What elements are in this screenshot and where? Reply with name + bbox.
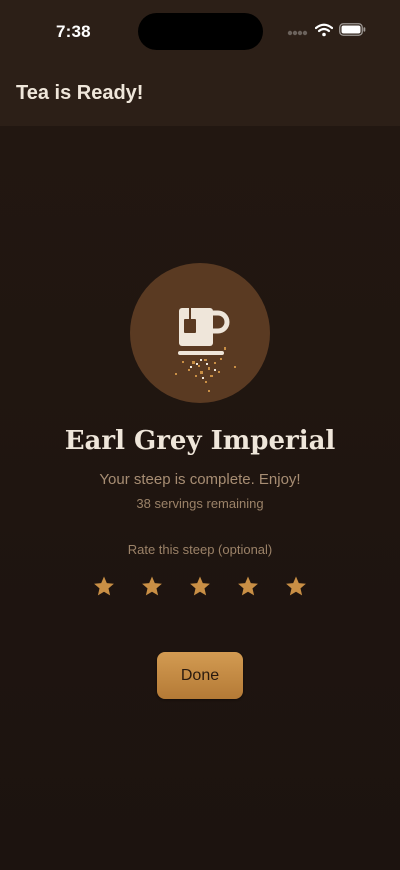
dynamic-island: [138, 13, 263, 50]
star-2-icon[interactable]: [140, 574, 164, 598]
status-bar: 7:38: [0, 0, 400, 60]
star-3-icon[interactable]: [188, 574, 212, 598]
star-rating: [80, 574, 320, 602]
tea-name: Earl Grey Imperial: [64, 426, 336, 456]
app-bar: Tea is Ready!: [0, 60, 400, 126]
star-4-icon[interactable]: [236, 574, 260, 598]
main-content: Earl Grey Imperial Your steep is complet…: [0, 126, 400, 870]
rating-label: Rate this steep (optional): [127, 542, 273, 557]
tea-icon-circle: [130, 263, 270, 403]
star-5-icon[interactable]: [284, 574, 308, 598]
done-button[interactable]: Done: [157, 652, 243, 699]
cellular-dots-icon: [287, 23, 309, 41]
status-icons: [287, 23, 366, 42]
star-1-icon[interactable]: [92, 574, 116, 598]
battery-icon: [339, 23, 366, 41]
wifi-icon: [314, 23, 334, 42]
servings-remaining: 38 servings remaining: [136, 496, 264, 511]
status-time: 7:38: [56, 22, 91, 41]
completion-message: Your steep is complete. Enjoy!: [99, 471, 301, 488]
page-title: Tea is Ready!: [16, 82, 144, 104]
